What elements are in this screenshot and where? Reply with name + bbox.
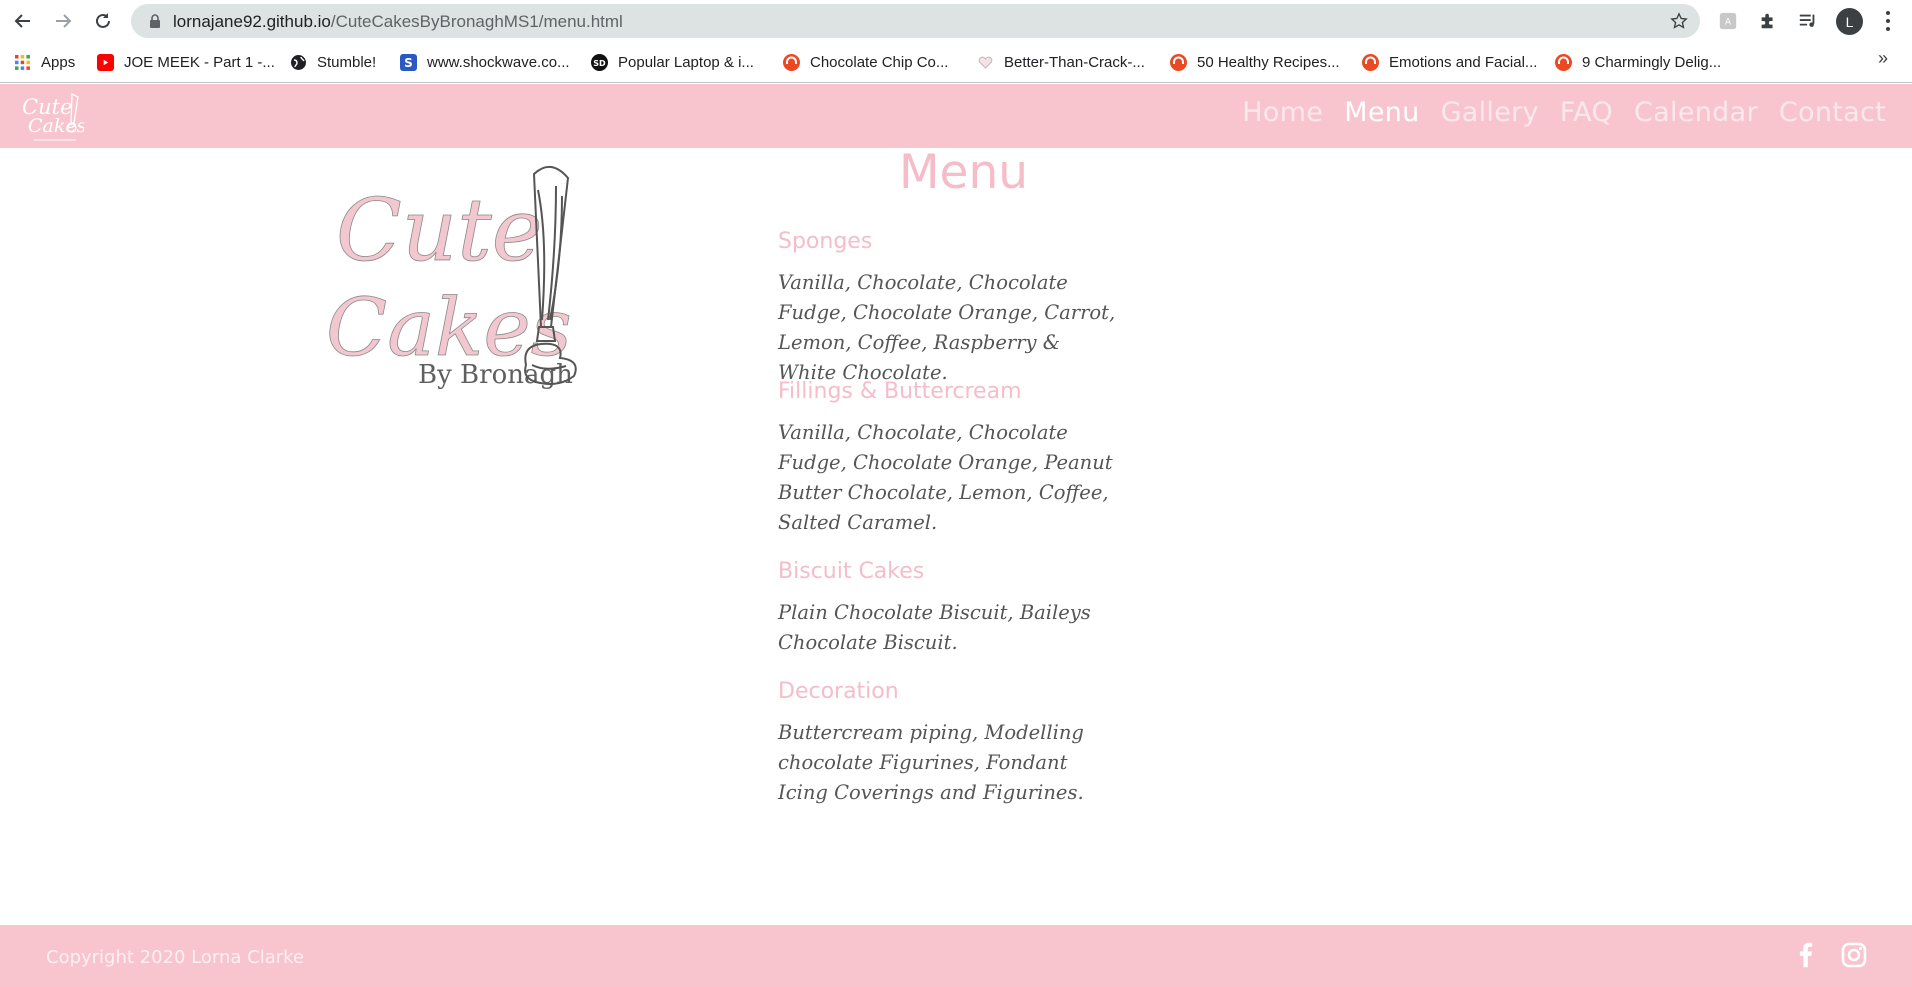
extension-icon[interactable]: A [1717,10,1739,32]
copyright-text: Copyright 2020 Lorna Clarke [46,947,305,968]
menu-section-biscuit-cakes: Biscuit Cakes Plain Chocolate Biscuit, B… [778,559,1118,658]
nav-faq[interactable]: FAQ [1560,97,1613,128]
back-button[interactable] [9,7,37,35]
nav-home[interactable]: Home [1242,97,1323,128]
bookmark-label: Popular Laptop & i... [618,53,754,71]
globe-icon [290,54,307,71]
bookmark-label: JOE MEEK - Part 1 -... [124,53,275,71]
page-title: Menu [899,145,1029,200]
section-title: Fillings & Buttercream [778,379,1022,404]
main-nav: Home Menu Gallery FAQ Calendar Contact [1242,97,1886,128]
hero-logo-line1: Cute [336,181,543,281]
profile-avatar[interactable]: L [1836,8,1863,35]
bookmark-label: www.shockwave.co... [427,53,570,71]
section-title: Sponges [778,229,873,254]
bookmark-label: 50 Healthy Recipes... [1197,53,1340,71]
back-arrow-icon [14,14,30,28]
forward-button[interactable] [49,7,77,35]
media-control-button[interactable] [1797,10,1819,32]
forward-arrow-icon [56,14,72,28]
bookmark-star-icon[interactable] [1670,12,1688,30]
shockwave-icon: S [400,53,417,71]
facebook-icon[interactable] [1791,940,1821,970]
site-footer: Copyright 2020 Lorna Clarke [0,925,1912,987]
bookmark-label: Apps [41,53,76,71]
browser-menu-button[interactable] [1880,9,1896,33]
nav-contact[interactable]: Contact [1779,97,1886,128]
youtube-icon [97,53,114,71]
nav-calendar[interactable]: Calendar [1634,97,1758,128]
bookmarks-overflow-button[interactable]: » [1878,48,1888,69]
bookmark-healthy-recipes[interactable]: 50 Healthy Recipes... [1170,50,1340,74]
section-body: Plain Chocolate Biscuit, Baileys Chocola… [778,601,1091,654]
stumbleupon-icon [783,53,800,71]
section-title: Biscuit Cakes [778,559,925,584]
bookmark-better-than-crack[interactable]: Better-Than-Crack-... [977,50,1145,74]
bookmark-joe-meek[interactable]: JOE MEEK - Part 1 -... [97,50,275,74]
section-body: Buttercream piping, Modelling chocolate … [778,721,1084,804]
stumbleupon-icon [1170,53,1187,71]
bookmarks-bar: Apps JOE MEEK - Part 1 -... Stumble! S w… [0,42,1912,83]
bookmark-charmingly[interactable]: 9 Charmingly Delig... [1555,50,1721,74]
url-text: lornajane92.github.io/CuteCakesByBronagh… [173,12,623,31]
stumbleupon-icon [1362,53,1379,71]
svg-text:S: S [404,56,413,70]
bookmark-chocolate-chip[interactable]: Chocolate Chip Co... [783,50,948,74]
heart-icon [977,54,994,71]
section-body: Vanilla, Chocolate, Chocolate Fudge, Cho… [778,271,1116,384]
bookmark-apps[interactable]: Apps [14,50,75,74]
lock-icon [150,14,160,28]
bookmark-label: Emotions and Facial... [1389,53,1538,71]
reload-icon [96,13,110,28]
nav-menu[interactable]: Menu [1344,97,1419,128]
reload-button[interactable] [89,7,117,35]
section-title: Decoration [778,679,899,704]
extension-badge-icon: A [1719,12,1737,30]
section-body: Vanilla, Chocolate, Chocolate Fudge, Cho… [778,421,1113,534]
bookmark-emotions[interactable]: Emotions and Facial... [1362,50,1537,74]
address-bar[interactable]: lornajane92.github.io/CuteCakesByBronagh… [131,4,1700,38]
stumbleupon-icon [1555,53,1572,71]
hero-logo: Cute Cakes By Bronagh [326,160,636,395]
menu-section-sponges: Sponges Vanilla, Chocolate, Chocolate Fu… [778,229,1118,388]
browser-toolbar: lornajane92.github.io/CuteCakesByBronagh… [0,0,1912,42]
menu-section-fillings: Fillings & Buttercream Vanilla, Chocolat… [778,379,1118,538]
extensions-button[interactable] [1757,10,1779,32]
puzzle-icon [1761,13,1773,29]
bookmark-popular-laptop[interactable]: SD Popular Laptop & i... [591,50,754,74]
menu-section-decoration: Decoration Buttercream piping, Modelling… [778,679,1118,808]
instagram-icon[interactable] [1839,940,1869,970]
bookmark-label: Better-Than-Crack-... [1004,53,1145,71]
bookmark-label: Stumble! [317,53,377,71]
site-logo[interactable]: Cute Cakes [14,90,87,144]
svg-text:A: A [1725,18,1732,28]
nav-gallery[interactable]: Gallery [1441,97,1539,128]
bookmark-label: Chocolate Chip Co... [810,53,949,71]
sd-icon: SD [591,53,608,71]
bookmark-label: 9 Charmingly Delig... [1582,53,1722,71]
playlist-icon [1799,14,1815,27]
svg-text:SD: SD [593,59,606,68]
bookmark-shockwave[interactable]: S www.shockwave.co... [400,50,570,74]
hero-logo-line3: By Bronagh [418,360,573,390]
bookmark-stumble[interactable]: Stumble! [290,50,376,74]
apps-grid-icon [14,54,31,71]
